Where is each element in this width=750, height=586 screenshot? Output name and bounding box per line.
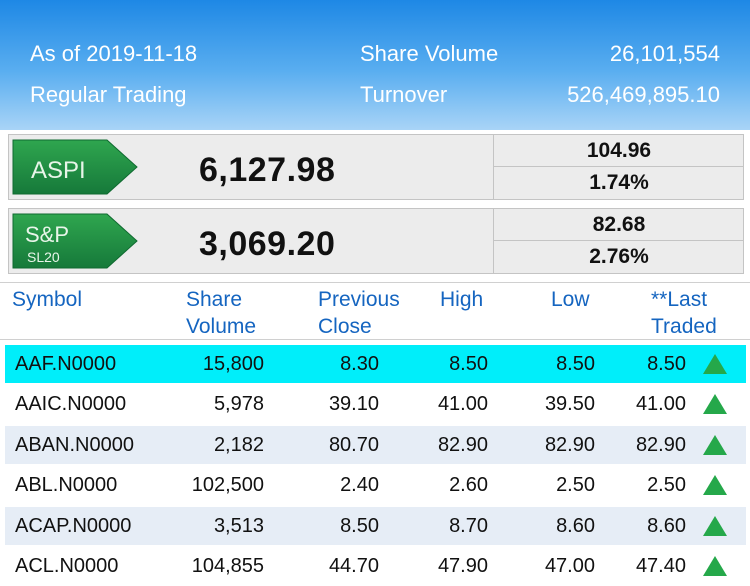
share-volume-label: Share Volume bbox=[360, 41, 499, 66]
index-main-sp-sl20: S&P SL20 3,069.20 bbox=[9, 209, 493, 273]
row-low: 82.90 bbox=[544, 433, 595, 456]
row-high: 41.00 bbox=[437, 392, 488, 415]
row-low: 2.50 bbox=[556, 473, 595, 496]
row-symbol: ABL.N0000 bbox=[15, 473, 118, 496]
row-volume: 104,855 bbox=[191, 554, 264, 577]
row-previous-close: 2.40 bbox=[340, 473, 379, 496]
row-low: 8.60 bbox=[556, 514, 595, 537]
table-row[interactable]: AAIC.N0000 5,978 39.10 41.00 39.50 41.00 bbox=[5, 385, 746, 423]
row-previous-close: 39.10 bbox=[328, 392, 379, 415]
row-last-traded: 41.00 bbox=[635, 392, 686, 415]
row-last-traded: 82.90 bbox=[635, 433, 686, 456]
column-previous-close[interactable]: Previous Close bbox=[318, 286, 400, 340]
column-share-volume[interactable]: Share Volume bbox=[186, 286, 256, 340]
table-row[interactable]: ABAN.N0000 2,182 80.70 82.90 82.90 82.90 bbox=[5, 426, 746, 464]
row-previous-close: 8.30 bbox=[340, 352, 379, 375]
sp-badge-label: S&P bbox=[25, 222, 69, 247]
row-volume: 2,182 bbox=[213, 433, 264, 456]
row-high: 47.90 bbox=[437, 554, 488, 577]
row-previous-close: 8.50 bbox=[340, 514, 379, 537]
as-of-date: As of 2019-11-18 bbox=[30, 41, 198, 66]
aspi-changes: 104.96 1.74% bbox=[493, 135, 744, 199]
sl20-badge-label: SL20 bbox=[27, 249, 60, 265]
up-arrow-icon bbox=[701, 426, 729, 464]
aspi-badge-label: ASPI bbox=[31, 157, 86, 184]
column-last-traded[interactable]: **Last Traded bbox=[651, 286, 717, 340]
aspi-value: 6,127.98 bbox=[199, 151, 336, 189]
index-panel-sp-sl20[interactable]: S&P SL20 3,069.20 82.68 2.76% bbox=[8, 208, 744, 274]
up-arrow-icon bbox=[701, 466, 729, 504]
row-symbol: ACL.N0000 bbox=[15, 554, 119, 577]
aspi-badge-icon: ASPI bbox=[12, 139, 138, 195]
row-volume: 15,800 bbox=[202, 352, 264, 375]
aspi-change-pct: 1.74% bbox=[589, 171, 649, 194]
row-volume: 102,500 bbox=[191, 473, 264, 496]
up-arrow-icon bbox=[701, 507, 729, 545]
row-last-traded: 8.60 bbox=[647, 514, 686, 537]
turnover-label: Turnover bbox=[360, 82, 448, 107]
index-panel-aspi[interactable]: ASPI 6,127.98 104.96 1.74% bbox=[8, 134, 744, 200]
trading-session: Regular Trading bbox=[30, 82, 187, 107]
index-main-aspi: ASPI 6,127.98 bbox=[9, 135, 493, 199]
row-volume: 5,978 bbox=[213, 392, 264, 415]
sp-sl20-change-pct: 2.76% bbox=[589, 245, 649, 268]
row-symbol: ABAN.N0000 bbox=[15, 433, 134, 456]
up-arrow-icon bbox=[701, 547, 729, 585]
row-previous-close: 80.70 bbox=[328, 433, 379, 456]
table-column-header: Symbol Share Volume Previous Close High … bbox=[0, 282, 750, 340]
row-high: 2.60 bbox=[449, 473, 488, 496]
row-last-traded: 8.50 bbox=[647, 352, 686, 375]
up-arrow-icon bbox=[701, 385, 729, 423]
table-row[interactable]: ACAP.N0000 3,513 8.50 8.70 8.60 8.60 bbox=[5, 507, 746, 545]
row-last-traded: 47.40 bbox=[635, 554, 686, 577]
row-high: 82.90 bbox=[437, 433, 488, 456]
aspi-change: 104.96 bbox=[494, 135, 744, 167]
row-low: 8.50 bbox=[556, 352, 595, 375]
column-low[interactable]: Low bbox=[551, 286, 590, 313]
row-symbol: AAIC.N0000 bbox=[15, 392, 127, 415]
up-arrow-icon bbox=[701, 345, 729, 383]
row-high: 8.70 bbox=[449, 514, 488, 537]
row-high: 8.50 bbox=[449, 352, 488, 375]
row-low: 39.50 bbox=[544, 392, 595, 415]
turnover-value: 526,469,895.10 bbox=[567, 82, 720, 107]
table-row[interactable]: ABL.N0000 102,500 2.40 2.60 2.50 2.50 bbox=[5, 466, 746, 504]
table-row[interactable]: ACL.N0000 104,855 44.70 47.90 47.00 47.4… bbox=[5, 547, 746, 585]
share-volume-value: 26,101,554 bbox=[609, 41, 720, 66]
row-previous-close: 44.70 bbox=[328, 554, 379, 577]
column-high[interactable]: High bbox=[440, 286, 483, 313]
sp-sl20-changes: 82.68 2.76% bbox=[493, 209, 744, 273]
row-low: 47.00 bbox=[544, 554, 595, 577]
market-summary-header: As of 2019-11-18 Regular Trading Share V… bbox=[0, 0, 750, 130]
row-volume: 3,513 bbox=[213, 514, 264, 537]
row-symbol: AAF.N0000 bbox=[15, 352, 117, 375]
sp-sl20-value: 3,069.20 bbox=[199, 225, 336, 263]
row-last-traded: 2.50 bbox=[647, 473, 686, 496]
row-symbol: ACAP.N0000 bbox=[15, 514, 132, 537]
sp-sl20-badge-icon: S&P SL20 bbox=[12, 213, 138, 269]
sp-sl20-change: 82.68 bbox=[494, 209, 744, 241]
column-symbol[interactable]: Symbol bbox=[12, 286, 82, 313]
table-row[interactable]: AAF.N0000 15,800 8.30 8.50 8.50 8.50 bbox=[5, 345, 746, 383]
